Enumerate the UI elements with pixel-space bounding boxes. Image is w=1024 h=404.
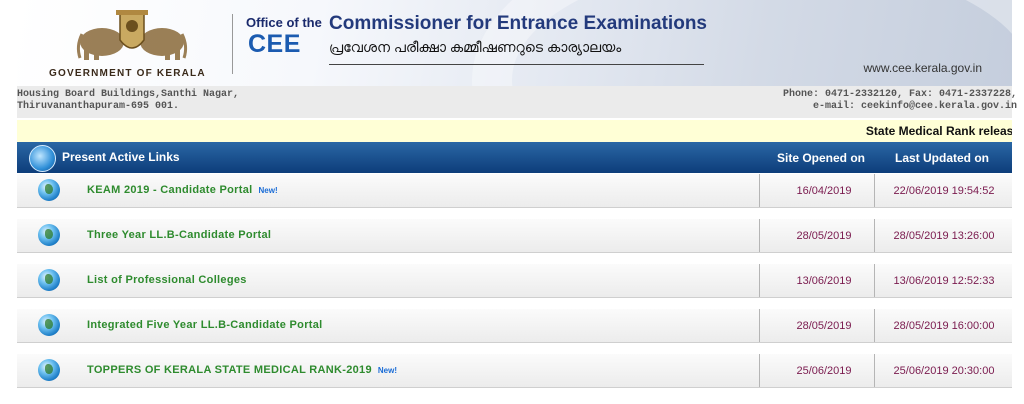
opened-date: 28/05/2019 bbox=[796, 230, 852, 242]
news-ticker[interactable]: State Medical Rank release bbox=[17, 120, 1012, 142]
updated-date: 22/06/2019 19:54:52 bbox=[893, 185, 995, 197]
email-address[interactable]: e-mail: ceekinfo@cee.kerala.gov.in bbox=[783, 101, 1017, 113]
title-rule bbox=[329, 64, 704, 65]
column-header-updated: Last Updated on bbox=[895, 151, 990, 165]
globe-icon bbox=[38, 359, 60, 381]
link-label[interactable]: Three Year LL.B-Candidate Portal bbox=[87, 229, 271, 241]
link-label[interactable]: KEAM 2019 - Candidate Portal bbox=[87, 184, 253, 196]
updated-date: 28/05/2019 13:26:00 bbox=[893, 230, 995, 242]
contact-info: Phone: 0471-2332120, Fax: 0471-2337228, … bbox=[783, 89, 1017, 113]
table-row: Integrated Five Year LL.B-Candidate Port… bbox=[17, 309, 1012, 343]
portal-link-toppers-medical-rank[interactable]: TOPPERS OF KERALA STATE MEDICAL RANK-201… bbox=[87, 364, 397, 376]
cee-logo-text: CEE bbox=[248, 30, 301, 58]
portal-link-five-year-llb[interactable]: Integrated Five Year LL.B-Candidate Port… bbox=[87, 319, 323, 331]
globe-icon bbox=[38, 314, 60, 336]
site-title: Commissioner for Entrance Examinations bbox=[329, 13, 707, 34]
site-header: GOVERNMENT OF KERALA Office of the CEE C… bbox=[17, 0, 1012, 86]
header-divider bbox=[232, 14, 233, 74]
address-line-1: Housing Board Buildings,Santhi Nagar, bbox=[17, 89, 240, 100]
portal-link-keam[interactable]: KEAM 2019 - Candidate Portal New! bbox=[87, 184, 278, 196]
address-line-2: Thiruvananthapuram-695 001. bbox=[17, 101, 180, 112]
globe-icon bbox=[38, 269, 60, 291]
page: GOVERNMENT OF KERALA Office of the CEE C… bbox=[17, 0, 1017, 404]
site-title-malayalam: പ്രവേശന പരീക്ഷാ കമ്മീഷണറുടെ കാര്യാലയം bbox=[329, 39, 622, 55]
opened-date: 13/06/2019 bbox=[796, 275, 852, 287]
link-label[interactable]: TOPPERS OF KERALA STATE MEDICAL RANK-201… bbox=[87, 364, 372, 376]
globe-arrow-icon bbox=[29, 145, 56, 172]
table-title: Present Active Links bbox=[62, 150, 180, 164]
column-header-opened: Site Opened on bbox=[777, 151, 866, 165]
address-band: Housing Board Buildings,Santhi Nagar, Th… bbox=[17, 86, 1017, 118]
portal-link-professional-colleges[interactable]: List of Professional Colleges bbox=[87, 274, 247, 286]
globe-icon bbox=[38, 179, 60, 201]
kerala-emblem-icon bbox=[76, 10, 188, 60]
table-row: KEAM 2019 - Candidate Portal New! 16/04/2… bbox=[17, 174, 1012, 208]
table-row: List of Professional Colleges 13/06/2019… bbox=[17, 264, 1012, 298]
ticker-text[interactable]: State Medical Rank release bbox=[866, 124, 1012, 138]
new-badge: New! bbox=[377, 366, 398, 375]
postal-address: Housing Board Buildings,Santhi Nagar, Th… bbox=[17, 89, 239, 113]
opened-date: 25/06/2019 bbox=[796, 365, 852, 377]
phone-fax: Phone: 0471-2332120, Fax: 0471-2337228, bbox=[782, 89, 1017, 100]
opened-date: 28/05/2019 bbox=[796, 320, 852, 332]
opened-date: 16/04/2019 bbox=[796, 185, 852, 197]
office-of-label: Office of the bbox=[246, 15, 322, 30]
government-label: GOVERNMENT OF KERALA bbox=[49, 68, 206, 79]
links-table-header: Present Active Links Site Opened on Last… bbox=[17, 142, 1012, 173]
website-link[interactable]: www.cee.kerala.gov.in bbox=[864, 61, 983, 75]
link-label[interactable]: Integrated Five Year LL.B-Candidate Port… bbox=[87, 319, 323, 331]
portal-link-three-year-llb[interactable]: Three Year LL.B-Candidate Portal bbox=[87, 229, 271, 241]
link-label[interactable]: List of Professional Colleges bbox=[87, 274, 247, 286]
table-row: TOPPERS OF KERALA STATE MEDICAL RANK-201… bbox=[17, 354, 1012, 388]
updated-date: 25/06/2019 20:30:00 bbox=[893, 365, 995, 377]
updated-date: 28/05/2019 16:00:00 bbox=[893, 320, 995, 332]
table-row: Three Year LL.B-Candidate Portal 28/05/2… bbox=[17, 219, 1012, 253]
globe-icon bbox=[38, 224, 60, 246]
updated-date: 13/06/2019 12:52:33 bbox=[893, 275, 995, 287]
new-badge: New! bbox=[258, 186, 278, 195]
